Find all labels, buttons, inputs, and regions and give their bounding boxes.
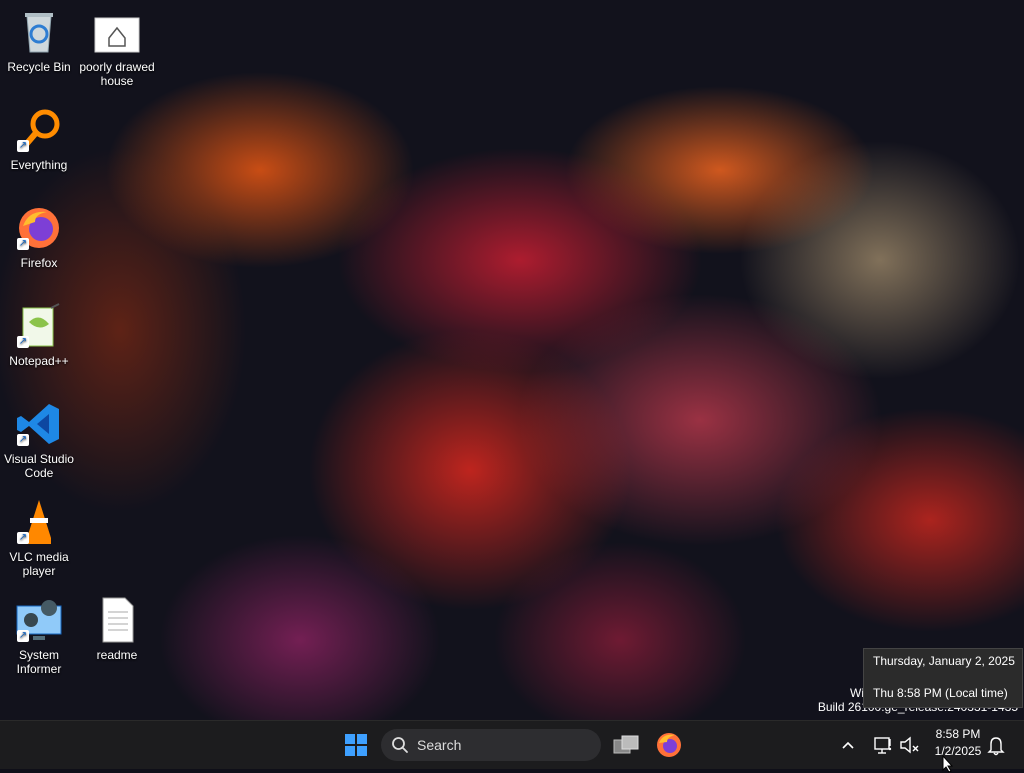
recycle-bin-icon — [15, 8, 63, 56]
clock-time: 8:58 PM — [935, 727, 981, 741]
everything-search-icon: ↗ — [15, 106, 63, 154]
desktop-icon-poorly-drawed-house[interactable]: poorly drawed house — [79, 8, 155, 88]
task-view-icon — [613, 735, 639, 754]
desktop-icon-vscode[interactable]: ↗ Visual Studio Code — [1, 400, 77, 480]
windows-logo-icon — [345, 734, 367, 756]
desktop-icon-notepadpp[interactable]: ↗ Notepad++ — [1, 302, 77, 368]
shortcut-arrow-icon: ↗ — [17, 140, 29, 152]
desktop-icon-readme[interactable]: readme — [79, 596, 155, 662]
notepadpp-icon: ↗ — [15, 302, 63, 350]
firefox-icon — [657, 733, 681, 757]
desktop-icon-label: Visual Studio Code — [4, 452, 74, 480]
desktop-icon-label: Notepad++ — [9, 354, 69, 368]
chevron-up-icon — [842, 741, 854, 749]
tooltip-time-local: Thu 8:58 PM (Local time) — [873, 686, 1008, 700]
vlc-icon: ↗ — [15, 498, 63, 546]
network-disconnected-icon — [874, 737, 892, 754]
desktop-icon-firefox[interactable]: ↗ Firefox — [1, 204, 77, 270]
clock-date: 1/2/2025 — [934, 744, 982, 758]
desktop-icon-everything[interactable]: ↗ Everything — [1, 106, 77, 172]
desktop-icon-vlc[interactable]: ↗ VLC media player — [1, 498, 77, 578]
mouse-cursor-icon — [942, 755, 954, 773]
desktop-icon-system-informer[interactable]: ↗ System Informer — [1, 596, 77, 676]
speaker-muted-icon — [900, 736, 919, 754]
shortcut-arrow-icon: ↗ — [17, 532, 29, 544]
desktop-icon-label: Firefox — [20, 256, 58, 270]
clock-tooltip: Thursday, January 2, 2025 Thu 8:58 PM (L… — [863, 648, 1023, 708]
taskbar: Search 8:58 PM 1/2/2025 — [0, 720, 1024, 769]
firefox-icon: ↗ — [15, 204, 63, 252]
text-file-icon — [93, 596, 141, 644]
desktop-icon-label: readme — [96, 648, 138, 662]
show-hidden-icons-button[interactable] — [836, 729, 860, 761]
shortcut-arrow-icon: ↗ — [17, 434, 29, 446]
tooltip-date-long: Thursday, January 2, 2025 — [873, 654, 1015, 668]
taskbar-search-box[interactable]: Search — [381, 729, 601, 761]
volume-button[interactable] — [896, 729, 922, 761]
desktop-icon-label: System Informer — [16, 648, 62, 676]
task-view-button[interactable] — [610, 729, 642, 761]
desktop-icon-recycle-bin[interactable]: Recycle Bin — [1, 8, 77, 74]
vscode-icon: ↗ — [15, 400, 63, 448]
desktop-icon-label: Recycle Bin — [7, 60, 71, 74]
shortcut-arrow-icon: ↗ — [17, 238, 29, 250]
notifications-button[interactable] — [984, 729, 1008, 761]
desktop-icon-label: VLC media player — [9, 550, 69, 578]
start-button[interactable] — [340, 729, 372, 761]
taskbar-firefox-button[interactable] — [653, 729, 685, 761]
shortcut-arrow-icon: ↗ — [17, 336, 29, 348]
desktop-icon-label: poorly drawed house — [79, 60, 155, 88]
taskbar-clock[interactable]: 8:58 PM 1/2/2025 — [926, 727, 990, 763]
search-icon — [392, 737, 408, 753]
shortcut-arrow-icon: ↗ — [17, 630, 29, 642]
image-file-icon — [93, 8, 141, 56]
network-status-button[interactable] — [870, 729, 896, 761]
bell-icon — [987, 737, 1005, 756]
system-informer-icon: ↗ — [15, 596, 63, 644]
desktop-icon-label: Everything — [10, 158, 68, 172]
search-label: Search — [417, 737, 462, 753]
